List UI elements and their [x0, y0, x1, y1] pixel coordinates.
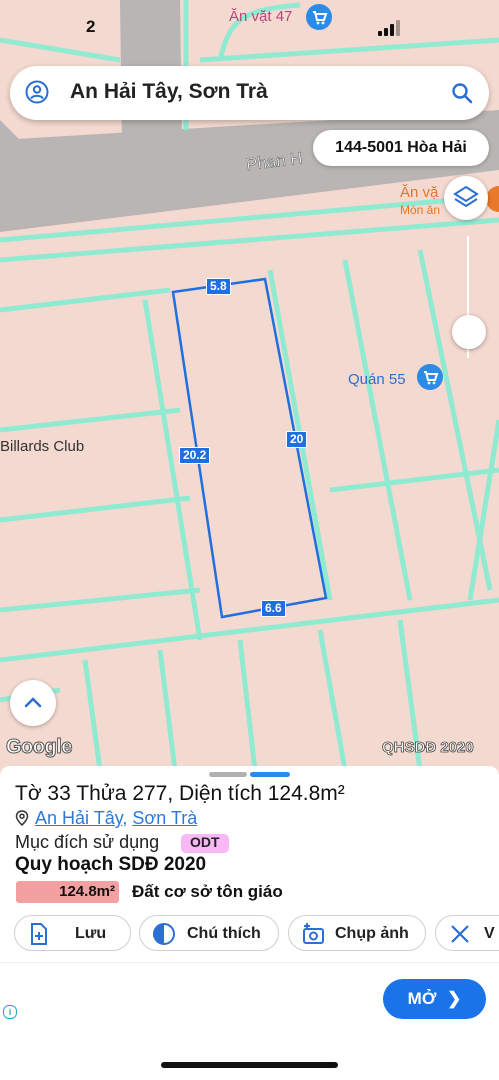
photo-label: Chụp ảnh	[335, 925, 409, 942]
district-link[interactable]: Sơn Trà	[132, 808, 197, 828]
shopping-cart-icon[interactable]	[306, 4, 332, 30]
add-photo-icon	[303, 923, 324, 944]
opacity-slider-knob[interactable]	[452, 315, 486, 349]
poi-quan-55[interactable]: Quán 55	[348, 371, 406, 388]
purpose-code-badge: ODT	[181, 834, 229, 853]
land-use-label: Đất cơ sở tôn giáo	[132, 882, 283, 901]
open-label: MỞ	[407, 989, 437, 1008]
dimension-left: 20.2	[179, 447, 211, 464]
account-icon[interactable]	[25, 80, 49, 104]
poi-label: Ăn vặ	[400, 184, 439, 201]
area-badge: 124.8m²	[16, 881, 119, 903]
parcel-info-sheet: Tờ 33 Thửa 277, Diện tích 124.8m² An Hải…	[0, 766, 499, 1080]
sheet-handle-active[interactable]	[250, 772, 290, 777]
dimension-right: 20	[286, 431, 308, 448]
poi-an-vat-47[interactable]: Ăn vặt 47	[229, 8, 292, 25]
label-billiards-club: Billards Club	[0, 438, 85, 455]
parcel-title: Tờ 33 Thửa 277, Diện tích 124.8m²	[15, 782, 345, 805]
search-query[interactable]: An Hải Tây, Sơn Trà	[70, 80, 268, 104]
poi-label: Ăn vặt 47	[229, 8, 293, 25]
add-file-icon	[31, 923, 47, 945]
dimension-top: 5.8	[206, 278, 231, 295]
poi-sublabel: Món ăn	[400, 203, 441, 217]
search-icon[interactable]	[450, 81, 474, 105]
save-label: Lưu	[75, 925, 107, 942]
ad-banner[interactable]: MỞ ❯ i	[0, 962, 499, 1043]
sheet-handle[interactable]	[209, 772, 247, 777]
save-button[interactable]: Lưu	[14, 915, 131, 951]
layers-icon	[453, 185, 479, 208]
location-row: An Hải Tây, Sơn Trà	[15, 808, 197, 829]
dimension-bottom: 6.6	[261, 600, 286, 617]
poi-label: Quán 55	[348, 371, 406, 388]
shopping-cart-icon[interactable]	[417, 364, 443, 390]
location-pin-icon	[15, 810, 29, 826]
more-tools-button[interactable]: V	[435, 915, 499, 951]
signal-icon	[378, 20, 402, 36]
battery-icon	[441, 17, 479, 35]
location-separator: ,	[122, 808, 133, 828]
map-view[interactable]: 2 Ăn vặt 47 Ăn vặ Món ăn Quán 55 Billard…	[0, 0, 499, 770]
ad-info-icon[interactable]: i	[3, 1005, 17, 1019]
home-indicator[interactable]	[161, 1062, 338, 1068]
more-tools-label: V	[484, 925, 495, 942]
expand-up-button[interactable]	[10, 680, 56, 726]
purpose-label: Mục đích sử dụng	[15, 832, 160, 852]
poi-mon-an-partial: Món ăn	[400, 203, 440, 217]
layers-button[interactable]	[444, 176, 488, 220]
tools-icon	[451, 925, 469, 943]
annotate-button[interactable]: Chú thích	[139, 915, 279, 951]
plan-title: Quy hoạch SDĐ 2020	[15, 854, 207, 875]
annotate-label: Chú thích	[187, 925, 261, 942]
overlay-tag: QHSDĐ 2020	[382, 739, 475, 757]
open-button[interactable]: MỞ ❯	[383, 979, 486, 1019]
contrast-icon	[153, 923, 175, 945]
search-bar[interactable]: An Hải Tây, Sơn Trà	[10, 66, 489, 120]
parcel-chip[interactable]: 144-5001 Hòa Hải	[313, 130, 489, 166]
status-time: 2	[86, 17, 96, 36]
ward-link[interactable]: An Hải Tây	[35, 808, 122, 828]
chevron-up-icon	[24, 697, 42, 708]
chevron-right-icon: ❯	[447, 989, 462, 1008]
google-logo: Google	[6, 736, 73, 759]
photo-button[interactable]: Chụp ảnh	[288, 915, 426, 951]
poi-an-vat-partial[interactable]: Ăn vặ	[400, 184, 438, 201]
